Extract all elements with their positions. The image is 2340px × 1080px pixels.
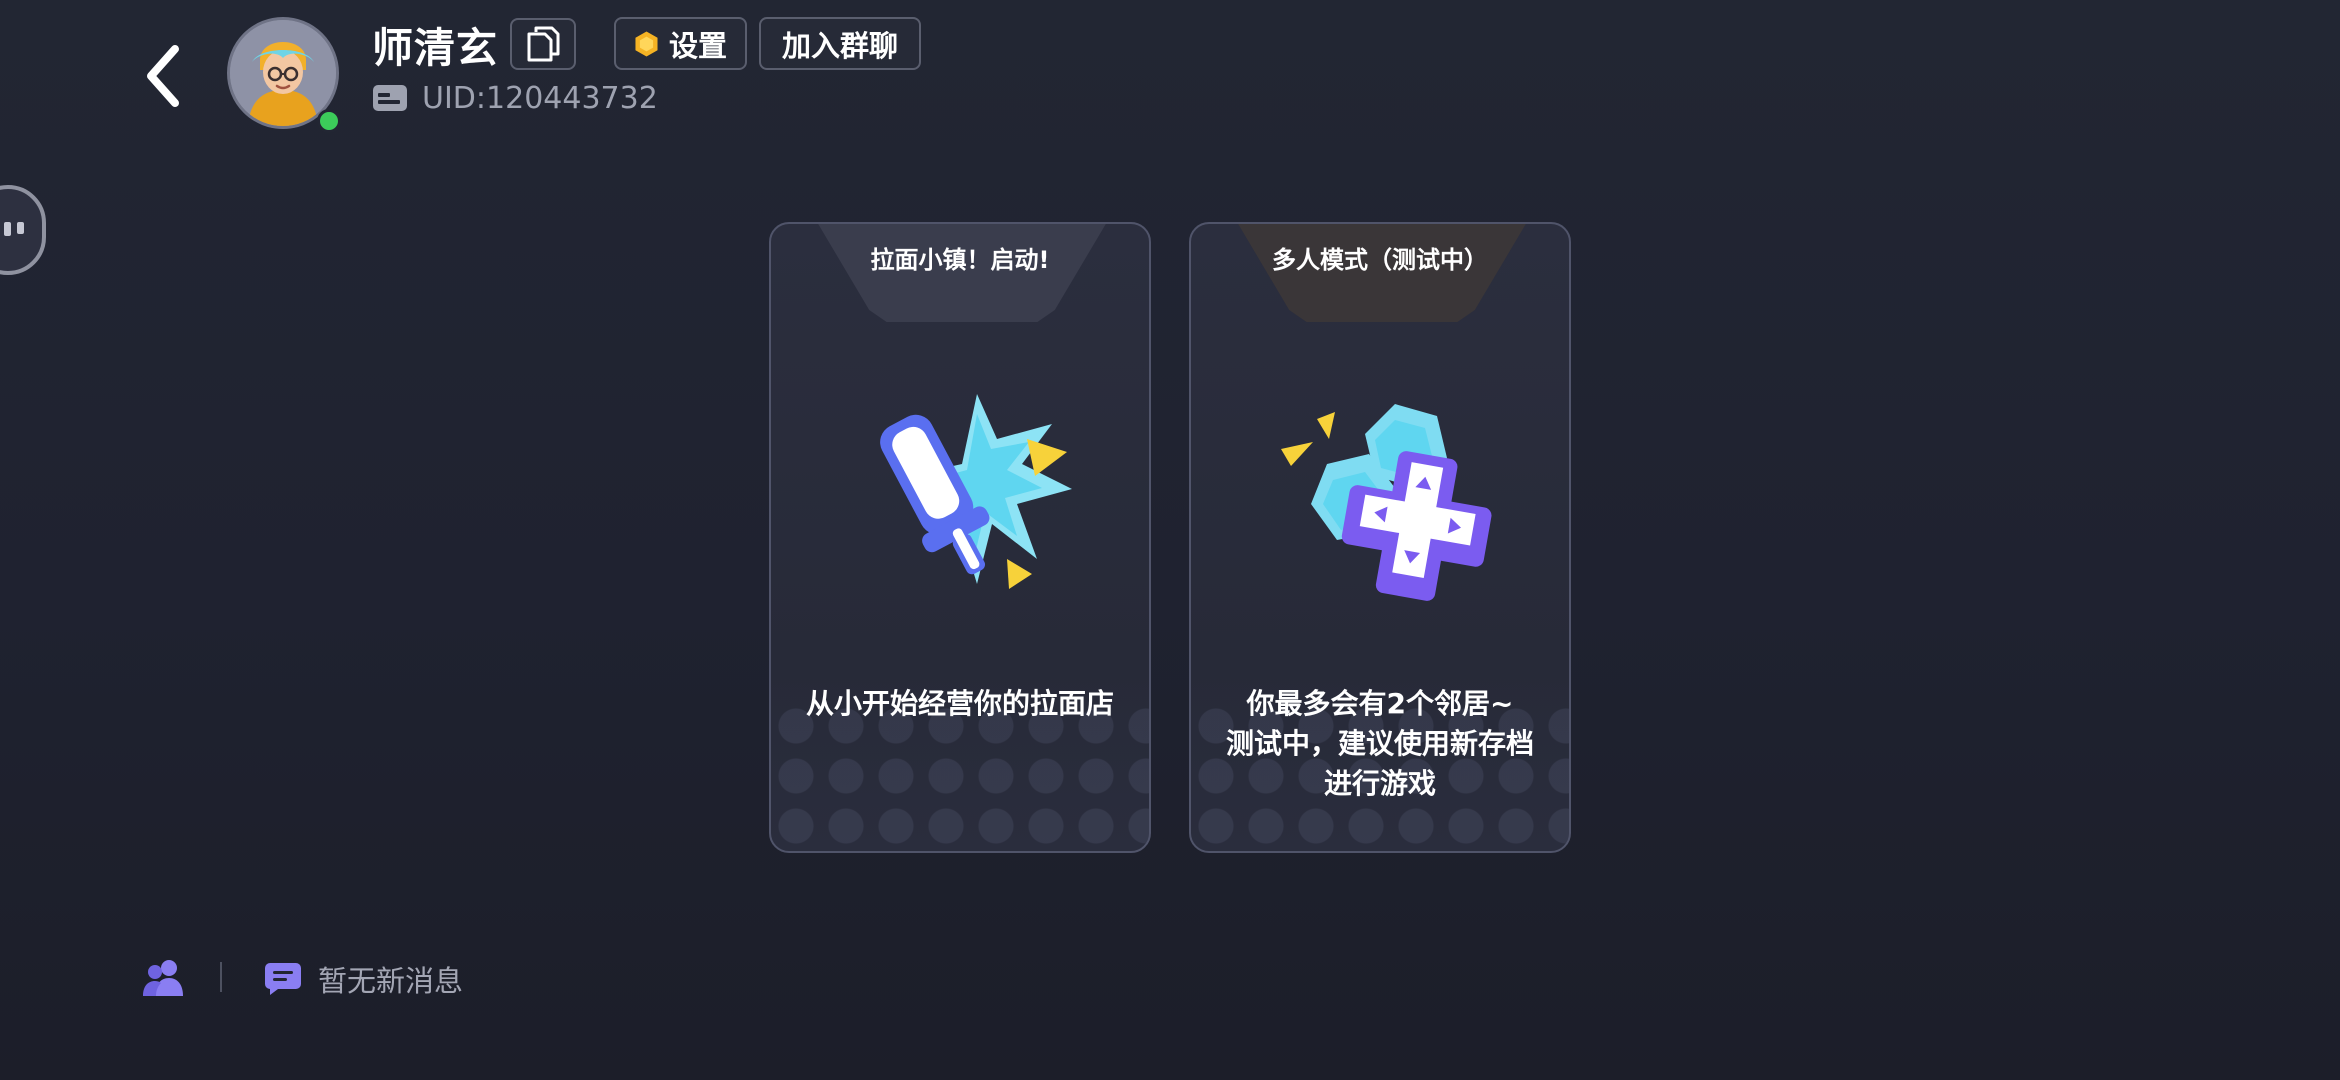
card-description-line: 测试中，建议使用新存档: [1225, 727, 1534, 760]
message-status[interactable]: 暂无新消息: [264, 958, 463, 1000]
copy-icon: [527, 26, 560, 62]
message-icon: [265, 963, 301, 995]
online-status-dot: [317, 109, 341, 133]
chevron-left-icon: [147, 45, 179, 107]
id-card-icon: [373, 85, 407, 111]
friends-button[interactable]: [143, 956, 187, 1000]
mode-card-single[interactable]: 拉面小镇！启动! 从小开始经营你的拉面店: [769, 222, 1151, 853]
card-description: 你最多会有2个邻居~ 测试中，建议使用新存档 进行游戏: [1191, 684, 1569, 804]
game-lobby-screen: 师清玄 UID:120443732 设置 加入群聊 拉面小镇！启动! 从小开始经…: [0, 0, 2340, 1080]
footer-divider: [220, 962, 222, 992]
hexagon-coin-icon: [635, 31, 658, 56]
avatar-portrait-icon: [230, 20, 336, 126]
copy-uid-button[interactable]: [510, 18, 576, 70]
settings-button[interactable]: 设置: [614, 17, 747, 70]
sword-burst-icon: [880, 394, 1072, 589]
message-status-text: 暂无新消息: [318, 964, 464, 998]
card-description-line: 你最多会有2个邻居~: [1246, 687, 1514, 720]
mode-card-multiplayer[interactable]: 多人模式（测试中） 你最多会有2个邻居~ 测试中，建议使用新存档 进行游戏: [1189, 222, 1571, 853]
uid-text: UID:120443732: [422, 80, 658, 116]
gamepad-hexagon-icon: [1281, 404, 1492, 601]
username: 师清玄: [372, 24, 498, 72]
card-title: 拉面小镇！启动!: [870, 246, 1050, 274]
friends-icon: [143, 960, 183, 996]
floating-assistant-button[interactable]: [0, 185, 46, 275]
card-description: 从小开始经营你的拉面店: [771, 684, 1149, 724]
chat-bubble-icon: [4, 222, 24, 236]
back-button[interactable]: [128, 36, 198, 116]
card-description-line: 从小开始经营你的拉面店: [805, 687, 1114, 720]
card-description-line: 进行游戏: [1323, 767, 1436, 800]
join-group-button[interactable]: 加入群聊: [759, 17, 921, 70]
join-group-label: 加入群聊: [781, 28, 898, 63]
settings-label: 设置: [668, 28, 727, 63]
uid-row: UID:120443732: [372, 78, 658, 118]
profile-avatar[interactable]: [227, 17, 343, 133]
card-title: 多人模式（测试中）: [1272, 246, 1488, 274]
